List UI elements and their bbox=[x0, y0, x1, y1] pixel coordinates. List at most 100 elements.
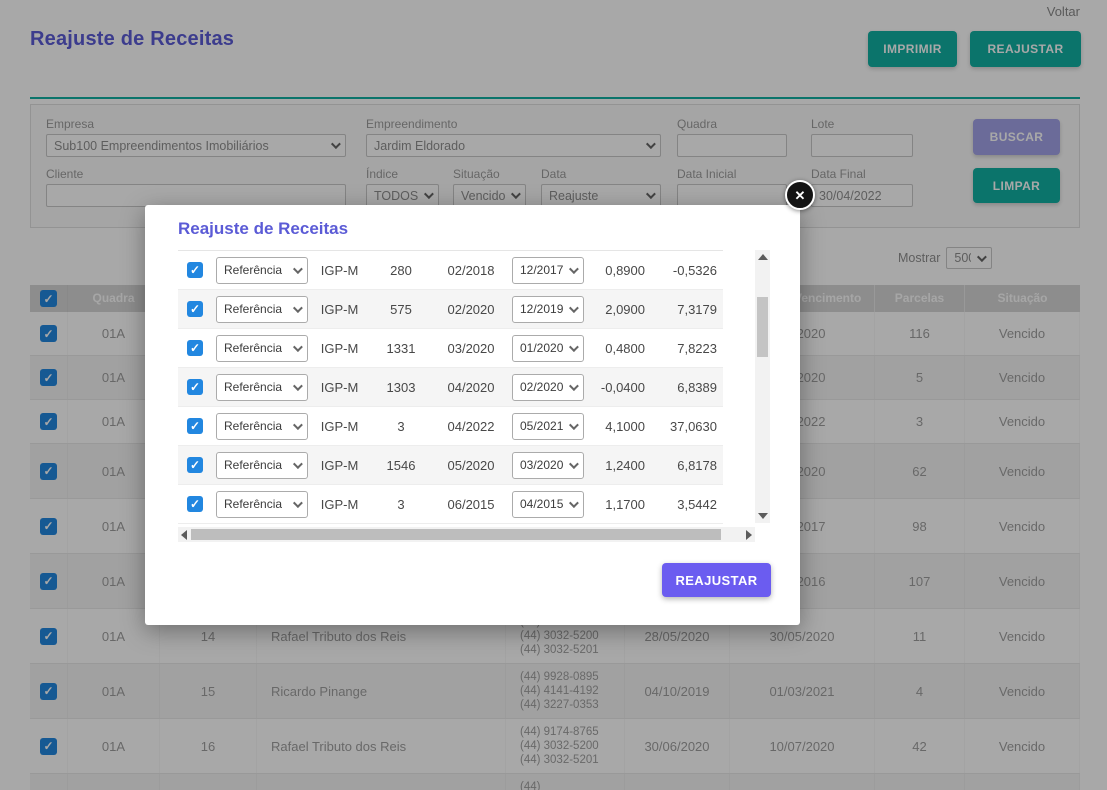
cell-percentual: 1,2400 bbox=[589, 446, 651, 484]
modal-close-button[interactable]: ✕ bbox=[785, 180, 815, 210]
cell-indice: IGP-M bbox=[312, 290, 367, 328]
reajuste-modal: ✕ Reajuste de Receitas ✓ Referência IGP-… bbox=[145, 205, 800, 625]
cell-quantidade: 3 bbox=[367, 407, 435, 445]
modal-row-checkbox[interactable]: ✓ bbox=[187, 262, 203, 278]
cell-indice: IGP-M bbox=[312, 485, 367, 523]
tipo-select[interactable]: Referência bbox=[216, 374, 308, 401]
tipo-value: Referência bbox=[224, 341, 282, 355]
modal-row-checkbox[interactable]: ✓ bbox=[187, 496, 203, 512]
modal-title: Reajuste de Receitas bbox=[178, 219, 348, 239]
cell-mes: 02/2020 bbox=[435, 290, 507, 328]
modal-checkbox-cell: ✓ bbox=[178, 407, 212, 445]
chevron-down-icon bbox=[569, 342, 579, 352]
chevron-down-icon bbox=[569, 459, 579, 469]
modal-row-checkbox[interactable]: ✓ bbox=[187, 379, 203, 395]
modal-table-row: ✓ Referência IGP-M 1546 05/2020 03/2020 … bbox=[178, 446, 723, 485]
checkmark-icon: ✓ bbox=[190, 381, 200, 393]
cell-percentual: 0,4800 bbox=[589, 329, 651, 367]
chevron-down-icon bbox=[569, 498, 579, 508]
cell-quantidade: 575 bbox=[367, 290, 435, 328]
tipo-select[interactable]: Referência bbox=[216, 452, 308, 479]
tipo-select[interactable]: Referência bbox=[216, 257, 308, 284]
modal-table-body: ✓ Referência IGP-M 280 02/2018 12/2017 0… bbox=[178, 250, 723, 524]
cell-mes: 03/2020 bbox=[435, 329, 507, 367]
cell-referencia: 04/2015 bbox=[507, 485, 589, 523]
horizontal-scroll-thumb[interactable] bbox=[191, 529, 721, 540]
tipo-select[interactable]: Referência bbox=[216, 335, 308, 362]
chevron-down-icon bbox=[569, 420, 579, 430]
checkmark-icon: ✓ bbox=[190, 264, 200, 276]
tipo-select[interactable]: Referência bbox=[216, 413, 308, 440]
close-icon: ✕ bbox=[795, 189, 806, 202]
referencia-value: 12/2017 bbox=[520, 263, 563, 277]
cell-tipo: Referência bbox=[212, 290, 312, 328]
scroll-right-icon[interactable] bbox=[746, 530, 752, 540]
cell-acumulado: 7,8223 bbox=[651, 329, 723, 367]
cell-indice: IGP-M bbox=[312, 251, 367, 289]
cell-mes: 04/2022 bbox=[435, 407, 507, 445]
chevron-down-icon bbox=[293, 264, 303, 274]
cell-quantidade: 3 bbox=[367, 485, 435, 523]
scroll-down-icon[interactable] bbox=[758, 513, 768, 519]
chevron-down-icon bbox=[293, 303, 303, 313]
cell-acumulado: 7,3179 bbox=[651, 290, 723, 328]
cell-mes: 02/2018 bbox=[435, 251, 507, 289]
cell-indice: IGP-M bbox=[312, 446, 367, 484]
scroll-left-icon[interactable] bbox=[181, 530, 187, 540]
modal-checkbox-cell: ✓ bbox=[178, 251, 212, 289]
cell-acumulado: 3,5442 bbox=[651, 485, 723, 523]
modal-row-checkbox[interactable]: ✓ bbox=[187, 301, 203, 317]
referencia-mes-select[interactable]: 04/2015 bbox=[512, 491, 584, 518]
checkmark-icon: ✓ bbox=[190, 498, 200, 510]
modal-row-checkbox[interactable]: ✓ bbox=[187, 340, 203, 356]
cell-acumulado: 37,0630 bbox=[651, 407, 723, 445]
referencia-mes-select[interactable]: 03/2020 bbox=[512, 452, 584, 479]
referencia-value: 02/2020 bbox=[520, 380, 563, 394]
tipo-select[interactable]: Referência bbox=[216, 296, 308, 323]
referencia-value: 05/2021 bbox=[520, 419, 563, 433]
modal-checkbox-cell: ✓ bbox=[178, 290, 212, 328]
modal-row-checkbox[interactable]: ✓ bbox=[187, 457, 203, 473]
cell-quantidade: 1546 bbox=[367, 446, 435, 484]
modal-reajustar-button[interactable]: REAJUSTAR bbox=[662, 563, 771, 597]
tipo-value: Referência bbox=[224, 458, 282, 472]
chevron-down-icon bbox=[293, 420, 303, 430]
cell-tipo: Referência bbox=[212, 251, 312, 289]
tipo-select[interactable]: Referência bbox=[216, 491, 308, 518]
cell-mes: 05/2020 bbox=[435, 446, 507, 484]
horizontal-scrollbar bbox=[178, 527, 755, 542]
chevron-down-icon bbox=[569, 381, 579, 391]
cell-referencia: 12/2019 bbox=[507, 290, 589, 328]
referencia-mes-select[interactable]: 05/2021 bbox=[512, 413, 584, 440]
modal-table-row: ✓ Referência IGP-M 3 06/2015 04/2015 1,1… bbox=[178, 485, 723, 524]
checkmark-icon: ✓ bbox=[190, 459, 200, 471]
cell-mes: 06/2015 bbox=[435, 485, 507, 523]
modal-table-row: ✓ Referência IGP-M 280 02/2018 12/2017 0… bbox=[178, 251, 723, 290]
chevron-down-icon bbox=[293, 498, 303, 508]
cell-indice: IGP-M bbox=[312, 368, 367, 406]
modal-row-checkbox[interactable]: ✓ bbox=[187, 418, 203, 434]
modal-table-row: ✓ Referência IGP-M 3 04/2022 05/2021 4,1… bbox=[178, 407, 723, 446]
referencia-mes-select[interactable]: 12/2019 bbox=[512, 296, 584, 323]
modal-checkbox-cell: ✓ bbox=[178, 485, 212, 523]
vertical-scrollbar bbox=[755, 250, 770, 523]
cell-indice: IGP-M bbox=[312, 329, 367, 367]
modal-table-row: ✓ Referência IGP-M 575 02/2020 12/2019 2… bbox=[178, 290, 723, 329]
referencia-mes-select[interactable]: 01/2020 bbox=[512, 335, 584, 362]
modal-table-row: ✓ Referência IGP-M 1303 04/2020 02/2020 … bbox=[178, 368, 723, 407]
cell-tipo: Referência bbox=[212, 407, 312, 445]
checkmark-icon: ✓ bbox=[190, 303, 200, 315]
referencia-mes-select[interactable]: 12/2017 bbox=[512, 257, 584, 284]
scroll-up-icon[interactable] bbox=[758, 254, 768, 260]
referencia-mes-select[interactable]: 02/2020 bbox=[512, 374, 584, 401]
cell-referencia: 02/2020 bbox=[507, 368, 589, 406]
modal-table-row: ✓ Referência IGP-M 1331 03/2020 01/2020 … bbox=[178, 329, 723, 368]
cell-mes: 04/2020 bbox=[435, 368, 507, 406]
modal-checkbox-cell: ✓ bbox=[178, 368, 212, 406]
cell-percentual: 1,1700 bbox=[589, 485, 651, 523]
cell-tipo: Referência bbox=[212, 329, 312, 367]
vertical-scroll-thumb[interactable] bbox=[757, 297, 768, 357]
cell-percentual: 0,8900 bbox=[589, 251, 651, 289]
cell-percentual: 4,1000 bbox=[589, 407, 651, 445]
referencia-value: 03/2020 bbox=[520, 458, 563, 472]
